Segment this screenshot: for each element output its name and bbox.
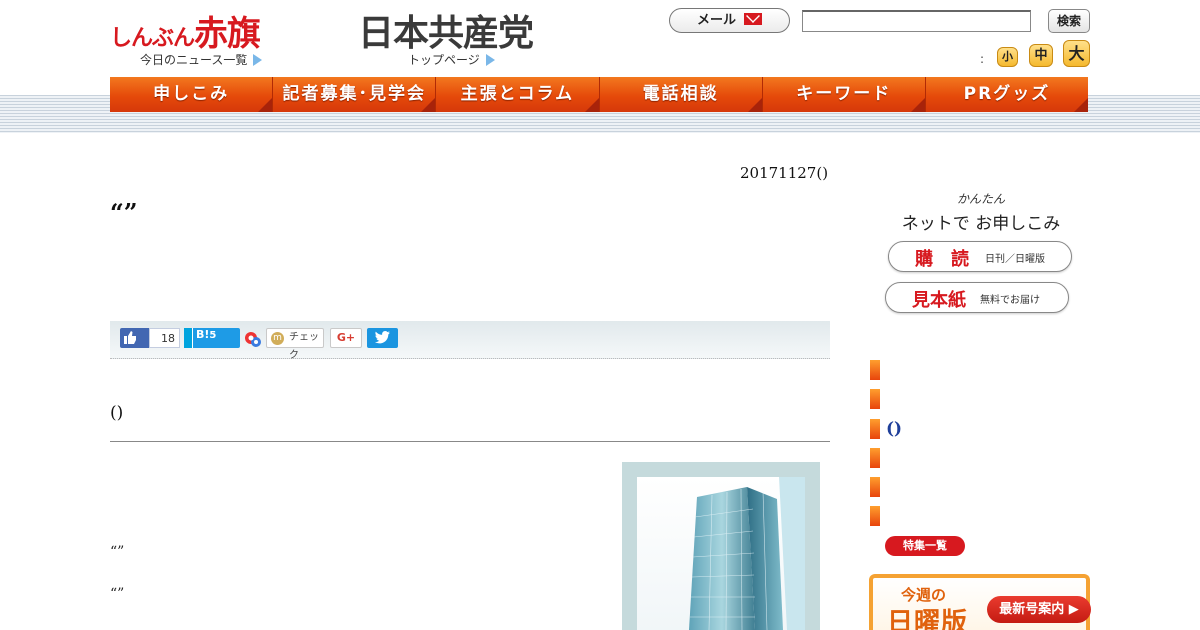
nav-item-apply[interactable]: 申しこみ bbox=[110, 77, 274, 112]
logo-kanji: 赤旗 bbox=[194, 14, 261, 54]
google-bookmark-icon[interactable] bbox=[244, 330, 262, 348]
share-bar: 18 B!5 m チェック G+ bbox=[110, 321, 830, 361]
article-quote-1: “” bbox=[110, 544, 125, 560]
nav-item-editorial[interactable]: 主張とコラム bbox=[436, 77, 600, 112]
font-size-small-button[interactable]: 小 bbox=[997, 47, 1018, 67]
sample-paper-button[interactable]: 見本紙 無料でお届け bbox=[885, 282, 1069, 313]
caption-small: かんたん bbox=[956, 192, 1005, 206]
font-size-medium-button[interactable]: 中 bbox=[1029, 44, 1053, 67]
sample-sub: 無料でお届け bbox=[980, 295, 1040, 306]
envelope-icon bbox=[744, 13, 762, 25]
news-list-label: 今日のニュース一覧 bbox=[140, 53, 248, 67]
search-button[interactable]: 検索 bbox=[1048, 9, 1090, 33]
article-photo-frame bbox=[622, 462, 820, 630]
site-header: しんぶん赤旗 日本共産党 今日のニュース一覧 トップページ メール 検索 : 小… bbox=[0, 0, 1200, 76]
caption-big: ネットで お申しこみ bbox=[901, 214, 1061, 234]
feature-item[interactable]: () bbox=[870, 418, 1090, 448]
top-page-label: トップページ bbox=[408, 53, 480, 67]
divider bbox=[110, 441, 830, 442]
subscribe-main: 購 読 bbox=[915, 249, 969, 270]
feature-item[interactable] bbox=[870, 389, 1090, 418]
hatena-bookmark-button[interactable]: B!5 bbox=[184, 328, 240, 348]
orange-bullet bbox=[870, 447, 880, 468]
article-quote-2: “” bbox=[110, 586, 125, 602]
feature-item[interactable] bbox=[870, 477, 1090, 506]
arrow-right-icon bbox=[485, 54, 495, 66]
font-size-large-button[interactable]: 大 bbox=[1063, 40, 1090, 67]
news-list-link[interactable]: 今日のニュース一覧 bbox=[140, 51, 263, 68]
nav-item-keyword[interactable]: キーワード bbox=[762, 77, 926, 112]
nav-item-recruit[interactable]: 記者募集･見学会 bbox=[273, 77, 437, 112]
search-input[interactable] bbox=[802, 10, 1031, 32]
office-tower-image bbox=[689, 477, 805, 630]
hatena-label: B! bbox=[196, 328, 210, 341]
hatena-bar bbox=[184, 328, 193, 348]
feature-label: () bbox=[886, 418, 903, 439]
subscribe-sub: 日刊／日曜版 bbox=[985, 254, 1045, 265]
akahata-logo[interactable]: しんぶん赤旗 bbox=[110, 6, 261, 55]
orange-bullet bbox=[870, 506, 880, 527]
latest-issue-button[interactable]: 最新号案内 ▶ bbox=[987, 596, 1091, 623]
nav-item-pr-goods[interactable]: PRグッズ bbox=[925, 77, 1089, 112]
article-photo bbox=[637, 477, 805, 630]
sunday-edition-banner[interactable]: 今週の 日曜版 最新号案内 ▶ bbox=[869, 574, 1091, 630]
sample-main: 見本紙 bbox=[912, 290, 966, 311]
facebook-like-button[interactable]: 18 bbox=[120, 328, 180, 348]
page: しんぶん赤旗 日本共産党 今日のニュース一覧 トップページ メール 検索 : 小… bbox=[0, 0, 1200, 630]
features-list-button[interactable]: 特集一覧 bbox=[885, 536, 965, 556]
mixi-icon: m bbox=[271, 332, 284, 345]
orange-bullet bbox=[870, 418, 880, 439]
top-page-link[interactable]: トップページ bbox=[408, 51, 495, 68]
mail-label: メール bbox=[696, 13, 736, 28]
facebook-like-count: 18 bbox=[149, 328, 180, 348]
section-heading: () bbox=[110, 403, 124, 423]
feature-item[interactable] bbox=[870, 506, 1090, 535]
mixi-check-button[interactable]: m チェック bbox=[266, 328, 324, 361]
mail-button[interactable]: メール bbox=[669, 8, 790, 33]
subscribe-button[interactable]: 購 読 日刊／日曜版 bbox=[888, 241, 1072, 272]
sunday-line2: 日曜版 bbox=[887, 608, 969, 630]
article-title: “” bbox=[110, 198, 138, 227]
nav-item-phone-consult[interactable]: 電話相談 bbox=[599, 77, 763, 112]
hatena-count: 5 bbox=[209, 330, 217, 341]
mixi-label: チェック bbox=[289, 332, 319, 361]
twitter-bird-icon bbox=[375, 331, 390, 344]
logo-kana: しんぶん bbox=[110, 26, 195, 51]
font-size-label: : bbox=[980, 52, 985, 66]
feature-item[interactable] bbox=[870, 360, 1090, 389]
google-plus-button[interactable]: G+ bbox=[330, 328, 362, 348]
orange-bullet bbox=[870, 360, 880, 380]
main-nav: 申しこみ 記者募集･見学会 主張とコラム 電話相談 キーワード PRグッズ bbox=[110, 77, 1089, 112]
arrow-right-icon bbox=[253, 54, 263, 66]
orange-bullet bbox=[870, 477, 880, 498]
feature-list: () bbox=[870, 360, 1090, 536]
twitter-button[interactable] bbox=[367, 328, 398, 348]
feature-item[interactable] bbox=[870, 447, 1090, 477]
article-date: 20171127() bbox=[740, 164, 829, 182]
thumbs-up-icon bbox=[124, 331, 136, 344]
online-application-caption: かんたん ネットで お申しこみ bbox=[901, 190, 1061, 234]
jcp-logo[interactable]: 日本共産党 bbox=[358, 4, 534, 56]
orange-bullet bbox=[870, 389, 880, 410]
